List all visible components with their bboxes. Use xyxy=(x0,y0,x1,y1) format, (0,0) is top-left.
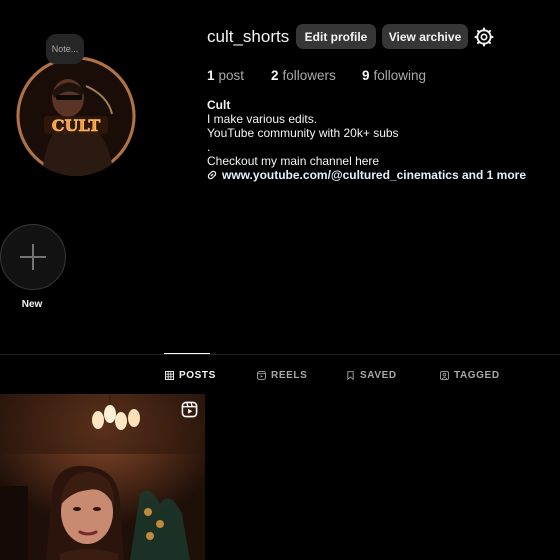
tab-posts[interactable]: POSTS xyxy=(165,370,216,381)
link-icon xyxy=(207,170,217,180)
tabs-divider xyxy=(0,354,560,355)
followers-stat[interactable]: 2 followers xyxy=(271,68,336,83)
reels-icon xyxy=(257,371,266,380)
bio-line: . xyxy=(207,140,211,154)
new-highlight-button[interactable] xyxy=(0,224,66,290)
tab-tagged[interactable]: TAGGED xyxy=(440,370,500,381)
bio-name: Cult xyxy=(207,98,231,112)
tab-label: REELS xyxy=(271,370,308,381)
reel-badge-icon xyxy=(181,401,198,418)
tab-label: SAVED xyxy=(360,370,397,381)
edit-profile-button[interactable]: Edit profile xyxy=(296,24,376,49)
active-tab-indicator xyxy=(164,353,210,354)
posts-label: post xyxy=(218,68,245,83)
followers-label: followers xyxy=(282,68,336,83)
view-archive-button[interactable]: View archive xyxy=(382,24,468,49)
following-label: following xyxy=(373,68,427,83)
bookmark-icon xyxy=(347,371,354,380)
tab-saved[interactable]: SAVED xyxy=(346,370,397,381)
note-bubble[interactable]: Note... xyxy=(46,34,84,64)
grid-icon xyxy=(165,371,174,380)
tag-icon xyxy=(440,371,449,380)
following-stat[interactable]: 9 following xyxy=(362,68,426,83)
tab-label: TAGGED xyxy=(454,370,500,381)
post-thumbnail[interactable] xyxy=(0,394,205,560)
following-count: 9 xyxy=(362,68,370,83)
new-highlight-label: New xyxy=(21,299,43,310)
bio-line: I make various edits. xyxy=(207,112,318,126)
avatar-image: CULT xyxy=(16,56,136,176)
bio-link-text[interactable]: www.youtube.com/@cultured_cinematics and… xyxy=(222,168,526,182)
bio: Cult I make various edits. YouTube commu… xyxy=(207,98,526,182)
bio-line: Checkout my main channel here xyxy=(207,154,380,168)
username: cult_shorts xyxy=(207,27,290,46)
posts-count: 1 xyxy=(207,68,215,83)
avatar-badge-text: CULT xyxy=(52,116,101,135)
profile-avatar[interactable]: CULT xyxy=(16,56,136,176)
bio-line: YouTube community with 20k+ subs xyxy=(207,126,399,140)
post-image xyxy=(0,394,205,560)
bio-link[interactable]: www.youtube.com/@cultured_cinematics and… xyxy=(207,168,526,182)
followers-count: 2 xyxy=(271,68,279,83)
plus-icon xyxy=(20,244,46,270)
tab-label: POSTS xyxy=(179,370,216,381)
settings-gear-icon[interactable] xyxy=(474,27,494,47)
posts-stat: 1 post xyxy=(207,68,244,83)
tab-reels[interactable]: REELS xyxy=(257,370,307,381)
